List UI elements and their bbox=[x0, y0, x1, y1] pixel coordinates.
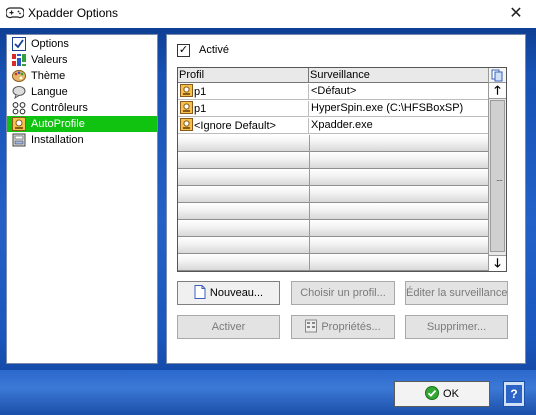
ok-button-label: OK bbox=[443, 388, 459, 400]
scroll-up-button[interactable]: 🡑 bbox=[489, 83, 506, 99]
table-row[interactable]: p1 <Défaut> bbox=[178, 84, 490, 100]
scroll-thumb[interactable]: .... bbox=[490, 100, 505, 252]
sidebar-item-label: Options bbox=[31, 38, 69, 50]
autoprofile-table: Profil Surveillance p1 <Défaut> p1 Hyper… bbox=[177, 67, 507, 272]
new-button[interactable]: Nouveau... bbox=[177, 281, 280, 305]
profile-name: <Ignore Default> bbox=[194, 120, 276, 132]
activate-label: Activer bbox=[211, 321, 246, 333]
watch-cell: <Défaut> bbox=[311, 85, 357, 97]
activate-button[interactable]: Activer bbox=[177, 315, 280, 339]
values-icon bbox=[12, 54, 26, 66]
autoprofile-icon bbox=[12, 117, 26, 131]
profile-name: p1 bbox=[194, 86, 207, 98]
profile-name: p1 bbox=[194, 103, 207, 115]
column-header-watch[interactable]: Surveillance bbox=[309, 68, 490, 83]
empty-row[interactable] bbox=[178, 186, 490, 203]
column-header-profile[interactable]: Profil bbox=[178, 68, 309, 83]
sidebar-item-language[interactable]: Langue bbox=[7, 84, 157, 100]
table-header: Profil Surveillance bbox=[178, 68, 490, 83]
table-scrollbar[interactable]: 🡑 .... 🡓 bbox=[488, 68, 506, 271]
sidebar-item-values[interactable]: Valeurs bbox=[7, 52, 157, 68]
delete-button[interactable]: Supprimer... bbox=[405, 315, 508, 339]
sidebar-item-autoprofile[interactable]: AutoProfile bbox=[7, 116, 157, 132]
close-icon: ✕ bbox=[509, 5, 523, 22]
table-row[interactable]: <Ignore Default> Xpadder.exe bbox=[178, 118, 490, 134]
edit-watch-button[interactable]: Éditer la surveillance bbox=[405, 281, 508, 305]
sidebar-item-label: Langue bbox=[31, 86, 68, 98]
title-bar: Xpadder Options ✕ bbox=[0, 0, 536, 28]
profile-icon bbox=[180, 101, 193, 114]
active-checkbox[interactable]: ✓ bbox=[177, 44, 190, 57]
installation-icon bbox=[12, 133, 26, 147]
arrow-up-icon: 🡑 bbox=[494, 83, 501, 97]
profile-icon bbox=[180, 84, 193, 97]
sidebar-item-label: Contrôleurs bbox=[31, 102, 88, 114]
arrow-down-icon: 🡓 bbox=[494, 256, 501, 270]
choose-profile-label: Choisir un profil... bbox=[300, 287, 386, 299]
profile-cell: p1 bbox=[178, 84, 309, 99]
copy-icon bbox=[491, 69, 503, 82]
empty-row[interactable] bbox=[178, 152, 490, 169]
help-icon: ? bbox=[506, 385, 522, 403]
sidebar-item-controllers[interactable]: Contrôleurs bbox=[7, 100, 157, 116]
empty-row[interactable] bbox=[178, 220, 490, 237]
empty-row[interactable] bbox=[178, 169, 490, 186]
edit-watch-label: Éditer la surveillance bbox=[406, 287, 508, 299]
empty-row[interactable] bbox=[178, 254, 490, 271]
sidebar-item-label: Thème bbox=[31, 70, 66, 82]
checkbox-icon bbox=[12, 37, 26, 51]
ok-button[interactable]: OK bbox=[394, 381, 490, 407]
sidebar-item-label: Valeurs bbox=[31, 54, 68, 66]
empty-row[interactable] bbox=[178, 135, 490, 152]
properties-icon bbox=[305, 319, 318, 333]
close-button[interactable]: ✕ bbox=[496, 0, 536, 28]
options-sidebar: Options Valeurs Thème Langue Contrôleurs… bbox=[6, 34, 158, 364]
table-row[interactable]: p1 HyperSpin.exe (C:\HFSBoxSP) bbox=[178, 101, 490, 117]
watch-cell: HyperSpin.exe (C:\HFSBoxSP) bbox=[311, 102, 464, 114]
sidebar-item-label: Installation bbox=[31, 134, 84, 146]
choose-profile-button[interactable]: Choisir un profil... bbox=[291, 281, 395, 305]
active-checkbox-label: Activé bbox=[199, 44, 229, 56]
window-title: Xpadder Options bbox=[28, 6, 119, 20]
profile-icon bbox=[180, 118, 193, 131]
profile-cell: p1 bbox=[178, 101, 309, 116]
sidebar-item-label: AutoProfile bbox=[31, 118, 85, 130]
properties-button[interactable]: Propriétés... bbox=[291, 315, 395, 339]
controllers-icon bbox=[12, 102, 26, 115]
checkmark-icon bbox=[425, 386, 440, 400]
autoprofile-panel: ✓ Activé Profil Surveillance p1 <Défaut> bbox=[166, 34, 526, 364]
delete-label: Supprimer... bbox=[426, 321, 487, 333]
grip-icon: .... bbox=[496, 173, 503, 183]
properties-label: Propriétés... bbox=[321, 321, 381, 333]
palette-icon bbox=[12, 70, 26, 82]
new-button-label: Nouveau... bbox=[209, 287, 264, 299]
empty-row[interactable] bbox=[178, 203, 490, 220]
sidebar-item-installation[interactable]: Installation bbox=[7, 132, 157, 148]
new-document-icon bbox=[194, 285, 206, 299]
language-icon bbox=[12, 86, 26, 99]
watch-cell: Xpadder.exe bbox=[311, 119, 373, 131]
gamepad-icon bbox=[6, 7, 24, 19]
empty-row[interactable] bbox=[178, 237, 490, 254]
help-button[interactable]: ? bbox=[503, 381, 525, 407]
sidebar-item-theme[interactable]: Thème bbox=[7, 68, 157, 84]
scroll-down-button[interactable]: 🡓 bbox=[489, 255, 506, 271]
profile-cell: <Ignore Default> bbox=[178, 118, 309, 133]
sidebar-item-options[interactable]: Options bbox=[7, 36, 157, 52]
copy-button[interactable] bbox=[489, 68, 506, 83]
